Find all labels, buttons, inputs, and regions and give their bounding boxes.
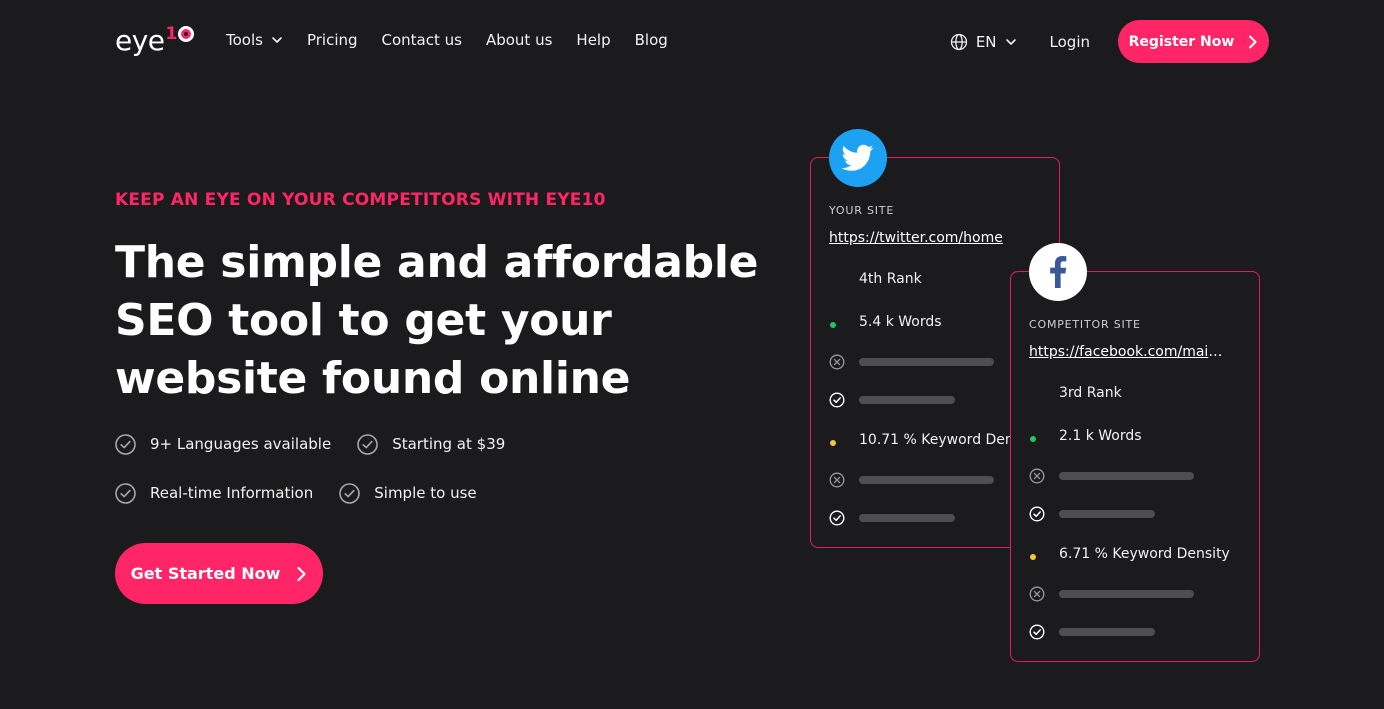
x-circle-icon bbox=[1029, 468, 1045, 484]
words-metric: 5.4 k Words bbox=[829, 312, 942, 332]
rank-metric: 3rd Rank bbox=[1029, 383, 1122, 403]
placeholder-row bbox=[829, 508, 955, 528]
top-nav: eye 1 Tools Pricing Contact us About us … bbox=[0, 0, 1384, 82]
nav-item-label: Blog bbox=[634, 31, 668, 49]
status-dot-yellow bbox=[1030, 554, 1036, 560]
words-metric: 2.1 k Words bbox=[1029, 426, 1142, 446]
placeholder-row bbox=[1029, 584, 1194, 604]
twitter-avatar bbox=[829, 129, 887, 187]
get-started-button[interactable]: Get Started Now bbox=[115, 543, 323, 604]
skeleton-bar bbox=[1059, 472, 1194, 480]
site-label: COMPETITOR SITE bbox=[1029, 318, 1141, 331]
login-link[interactable]: Login bbox=[1050, 33, 1090, 51]
skeleton-bar bbox=[1059, 628, 1155, 636]
status-dot-yellow bbox=[830, 440, 836, 446]
feature-item: Starting at $39 bbox=[357, 432, 505, 456]
density-value: 6.71 % Keyword Density bbox=[1059, 546, 1230, 562]
facebook-avatar bbox=[1029, 243, 1087, 301]
nav-item-blog[interactable]: Blog bbox=[635, 29, 668, 51]
x-circle-icon bbox=[829, 354, 845, 370]
register-button[interactable]: Register Now bbox=[1118, 20, 1269, 63]
nav-item-tools[interactable]: Tools bbox=[226, 29, 283, 51]
chevron-right-icon bbox=[297, 566, 306, 581]
skeleton-bar bbox=[859, 396, 955, 404]
skeleton-bar bbox=[1059, 510, 1155, 518]
placeholder-row bbox=[1029, 466, 1194, 486]
logo-number: 1 bbox=[165, 24, 178, 44]
status-dot-green bbox=[1030, 436, 1036, 442]
placeholder-row bbox=[829, 390, 955, 410]
nav-item-label: Help bbox=[576, 31, 611, 49]
skeleton-bar bbox=[859, 358, 994, 366]
skeleton-bar bbox=[859, 514, 955, 522]
competitor-site-card: COMPETITOR SITE https://facebook.com/mai… bbox=[1010, 271, 1260, 662]
hero-headline: The simple and affordable SEO tool to ge… bbox=[115, 237, 759, 404]
nav-item-label: Pricing bbox=[306, 31, 358, 49]
rank-value: 4th Rank bbox=[859, 271, 922, 287]
get-started-label: Get Started Now bbox=[130, 564, 281, 583]
nav-item-label: Contact us bbox=[381, 31, 462, 49]
nav-item-about[interactable]: About us bbox=[486, 29, 552, 51]
language-selector[interactable]: EN bbox=[950, 33, 1017, 51]
eye10-logo[interactable]: eye 1 bbox=[115, 24, 195, 58]
placeholder-row bbox=[1029, 504, 1155, 524]
nav-item-label: About us bbox=[485, 31, 553, 49]
keyword-density-metric: 6.71 % Keyword Density bbox=[1029, 544, 1230, 564]
feature-label: Simple to use bbox=[374, 484, 477, 502]
rank-value: 3rd Rank bbox=[1059, 385, 1122, 401]
globe-icon bbox=[950, 33, 967, 50]
chevron-right-icon bbox=[1249, 35, 1257, 48]
nav-item-label: Tools bbox=[226, 31, 263, 49]
feature-label: Starting at $39 bbox=[392, 435, 506, 453]
check-circle-icon bbox=[357, 433, 379, 455]
site-url-link[interactable]: https://twitter.com/home bbox=[829, 230, 1029, 246]
feature-item: Simple to use bbox=[339, 481, 477, 505]
check-circle-icon bbox=[829, 392, 845, 408]
chevron-down-icon bbox=[1005, 38, 1016, 45]
feature-label: Real-time Information bbox=[150, 484, 314, 502]
nav-item-pricing[interactable]: Pricing bbox=[307, 29, 358, 51]
feature-list: 9+ Languages available Starting at $39 R… bbox=[115, 432, 575, 530]
x-circle-icon bbox=[829, 472, 845, 488]
check-circle-icon bbox=[339, 482, 361, 504]
hero-eyebrow: KEEP AN EYE ON YOUR COMPETITORS WITH EYE… bbox=[115, 190, 606, 210]
skeleton-bar bbox=[859, 476, 994, 484]
main-menu: Tools Pricing Contact us About us Help B… bbox=[226, 29, 668, 51]
logo-mark: 1 bbox=[166, 25, 195, 43]
check-circle-icon bbox=[1029, 624, 1045, 640]
language-label: EN bbox=[975, 32, 997, 51]
nav-item-help[interactable]: Help bbox=[576, 29, 610, 51]
site-url-link[interactable]: https://facebook.com/main... bbox=[1029, 344, 1229, 360]
chevron-down-icon bbox=[272, 37, 282, 43]
check-circle-icon bbox=[115, 433, 136, 455]
status-dot-green bbox=[830, 322, 836, 328]
check-circle-icon bbox=[115, 482, 136, 504]
rank-metric: 4th Rank bbox=[829, 269, 922, 289]
facebook-icon bbox=[1050, 256, 1067, 288]
words-value: 5.4 k Words bbox=[859, 314, 942, 330]
skeleton-bar bbox=[1059, 590, 1194, 598]
feature-item: Real-time Information bbox=[115, 481, 313, 505]
placeholder-row bbox=[1029, 622, 1155, 642]
placeholder-row bbox=[829, 352, 994, 372]
logo-text: eye bbox=[115, 24, 165, 57]
placeholder-row bbox=[829, 470, 994, 490]
check-circle-icon bbox=[1029, 506, 1045, 522]
x-circle-icon bbox=[1029, 586, 1045, 602]
feature-item: 9+ Languages available bbox=[115, 432, 331, 456]
feature-label: 9+ Languages available bbox=[150, 435, 332, 453]
check-circle-icon bbox=[829, 510, 845, 526]
register-label: Register Now bbox=[1128, 33, 1235, 50]
keyword-density-metric: 10.71 % Keyword Density bbox=[829, 430, 1039, 450]
eye-icon bbox=[178, 26, 195, 42]
nav-item-contact[interactable]: Contact us bbox=[382, 29, 462, 51]
site-label: YOUR SITE bbox=[829, 204, 895, 217]
nav-actions: EN Login Register Now bbox=[950, 20, 1269, 63]
words-value: 2.1 k Words bbox=[1059, 428, 1142, 444]
twitter-icon bbox=[842, 144, 874, 171]
